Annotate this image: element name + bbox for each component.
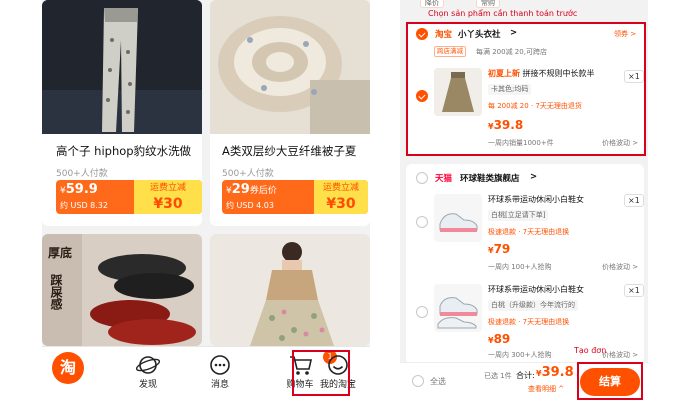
- select-all-label[interactable]: 全选: [430, 376, 446, 387]
- tmall-brand-label: 天猫: [435, 174, 453, 184]
- product-thumbnail[interactable]: [434, 194, 482, 242]
- sneaker-thumbnail-image: [434, 284, 482, 332]
- blanket-image: [210, 0, 370, 134]
- shipping-discount-badge: 运费立减 ¥30: [134, 180, 202, 214]
- product-card[interactable]: [210, 234, 370, 346]
- item-sku-selector[interactable]: 白桃（升级款）今年流行的: [488, 300, 578, 311]
- checkout-highlight-box: [577, 362, 643, 400]
- annotation-select-first: Chọn sản phẩm cần thanh toán trước: [428, 9, 578, 18]
- taobao-home-feed: 高个子 hiphop豹纹水洗做 500+人付款 ¥59.9 约 USD 8.32…: [42, 0, 370, 400]
- taobao-logo-icon: 淘: [52, 352, 84, 384]
- promo-amount: ¥30: [326, 196, 356, 212]
- overlay-text: 厚底: [48, 246, 73, 260]
- product-image-jeans: [42, 0, 202, 134]
- chevron-right-icon: >: [530, 172, 538, 182]
- cart-highlight-box: [292, 350, 350, 396]
- sneaker-thumbnail-image: [434, 194, 482, 242]
- product-card[interactable]: A类双层纱大豆纤维被子夏 500+人付款 ¥29券后价 约 USD 4.03 运…: [210, 0, 370, 226]
- product-card[interactable]: 高个子 hiphop豹纹水洗做 500+人付款 ¥59.9 约 USD 8.32…: [42, 0, 202, 226]
- item-quantity[interactable]: ×1: [624, 194, 644, 207]
- item-sku-selector[interactable]: 白桃[立足请下单]: [488, 210, 549, 221]
- shop-group-2: 天猫 环球鞋类旗舰店 > 环球系带运动休闲小白鞋女 白桃[立足请下单] ×1 极…: [406, 164, 644, 364]
- item-checkbox[interactable]: [416, 216, 428, 228]
- view-details-link[interactable]: 查看明细 ^: [528, 384, 564, 394]
- tab-label: 消息: [210, 380, 229, 390]
- product-price: ¥59.9: [60, 182, 98, 197]
- tab-label: 发现: [138, 380, 157, 390]
- dress-image: [210, 234, 370, 346]
- filter-chip-frequent[interactable]: 常购: [476, 0, 500, 8]
- item-weekly-sales: 一周内 300+人抢购: [488, 351, 552, 359]
- price-bar: ¥59.9 约 USD 8.32 运费立减 ¥30: [56, 180, 202, 214]
- composite-screenshot: 高个子 hiphop豹纹水洗做 500+人付款 ¥59.9 约 USD 8.32…: [0, 0, 700, 400]
- price-block: ¥29券后价 约 USD 4.03: [222, 180, 277, 214]
- price-trend-link[interactable]: 价格波动 >: [602, 350, 638, 360]
- total-price: ¥39.8: [536, 365, 574, 380]
- selected-item-highlight-box: [406, 22, 646, 156]
- promo-amount: ¥30: [153, 196, 183, 212]
- item-title[interactable]: 环球系带运动休闲小白鞋女: [488, 284, 584, 295]
- chat-bubble-icon: [210, 355, 230, 375]
- select-all-checkbox[interactable]: [412, 375, 424, 387]
- price-trend-link[interactable]: 价格波动 >: [602, 262, 638, 272]
- product-title: 高个子 hiphop豹纹水洗做: [56, 144, 192, 158]
- tab-messages[interactable]: 消息: [190, 347, 250, 400]
- product-sold-count: 500+人付款: [56, 169, 108, 179]
- item-promo: 极速退款 · 7天无理由退换: [488, 228, 570, 236]
- product-price-usd: 约 USD 8.32: [60, 201, 108, 210]
- item-promo: 极速退款 · 7天无理由退换: [488, 318, 570, 326]
- shipping-discount-badge: 运费立减 ¥30: [314, 180, 368, 214]
- total-label: 合计:: [516, 371, 535, 380]
- shop-checkbox[interactable]: [416, 172, 428, 184]
- item-quantity[interactable]: ×1: [624, 284, 644, 297]
- promo-tag: 运费立减: [149, 183, 186, 193]
- product-card[interactable]: 厚底 踩屎感: [42, 234, 202, 346]
- annotation-create-order: Tạo đơn: [574, 346, 607, 355]
- filter-chip-price-drop[interactable]: 降价: [420, 0, 444, 8]
- promo-tag: 运费立减: [322, 183, 359, 193]
- product-title: A类双层纱大豆纤维被子夏: [222, 144, 357, 158]
- shop-name[interactable]: 环球鞋类旗舰店: [460, 172, 520, 184]
- tab-discover[interactable]: 发现: [118, 347, 178, 400]
- price-block: ¥59.9 约 USD 8.32: [56, 180, 108, 214]
- product-price: ¥29券后价: [226, 182, 277, 197]
- planet-icon: [136, 356, 160, 374]
- product-price-usd: 约 USD 4.03: [226, 201, 274, 210]
- product-image-blanket: [210, 0, 370, 134]
- item-checkbox[interactable]: [416, 306, 428, 318]
- item-price: ¥79: [488, 242, 511, 256]
- jeans-image: [42, 0, 202, 134]
- item-price: ¥89: [488, 332, 511, 346]
- price-bar: ¥29券后价 约 USD 4.03 运费立减 ¥30: [222, 180, 368, 214]
- selected-count: 已选 1件: [484, 372, 512, 380]
- item-title[interactable]: 环球系带运动休闲小白鞋女: [488, 194, 584, 205]
- item-weekly-sales: 一周内 100+人抢购: [488, 263, 552, 271]
- tab-home[interactable]: 淘: [44, 347, 104, 400]
- product-thumbnail[interactable]: [434, 284, 482, 332]
- product-sold-count: 500+人付款: [222, 169, 274, 179]
- overlay-text: 踩屎感: [49, 274, 63, 310]
- taobao-cart-page: 降价 常购 Chọn sản phẩm cần thanh toán trước…: [400, 0, 648, 400]
